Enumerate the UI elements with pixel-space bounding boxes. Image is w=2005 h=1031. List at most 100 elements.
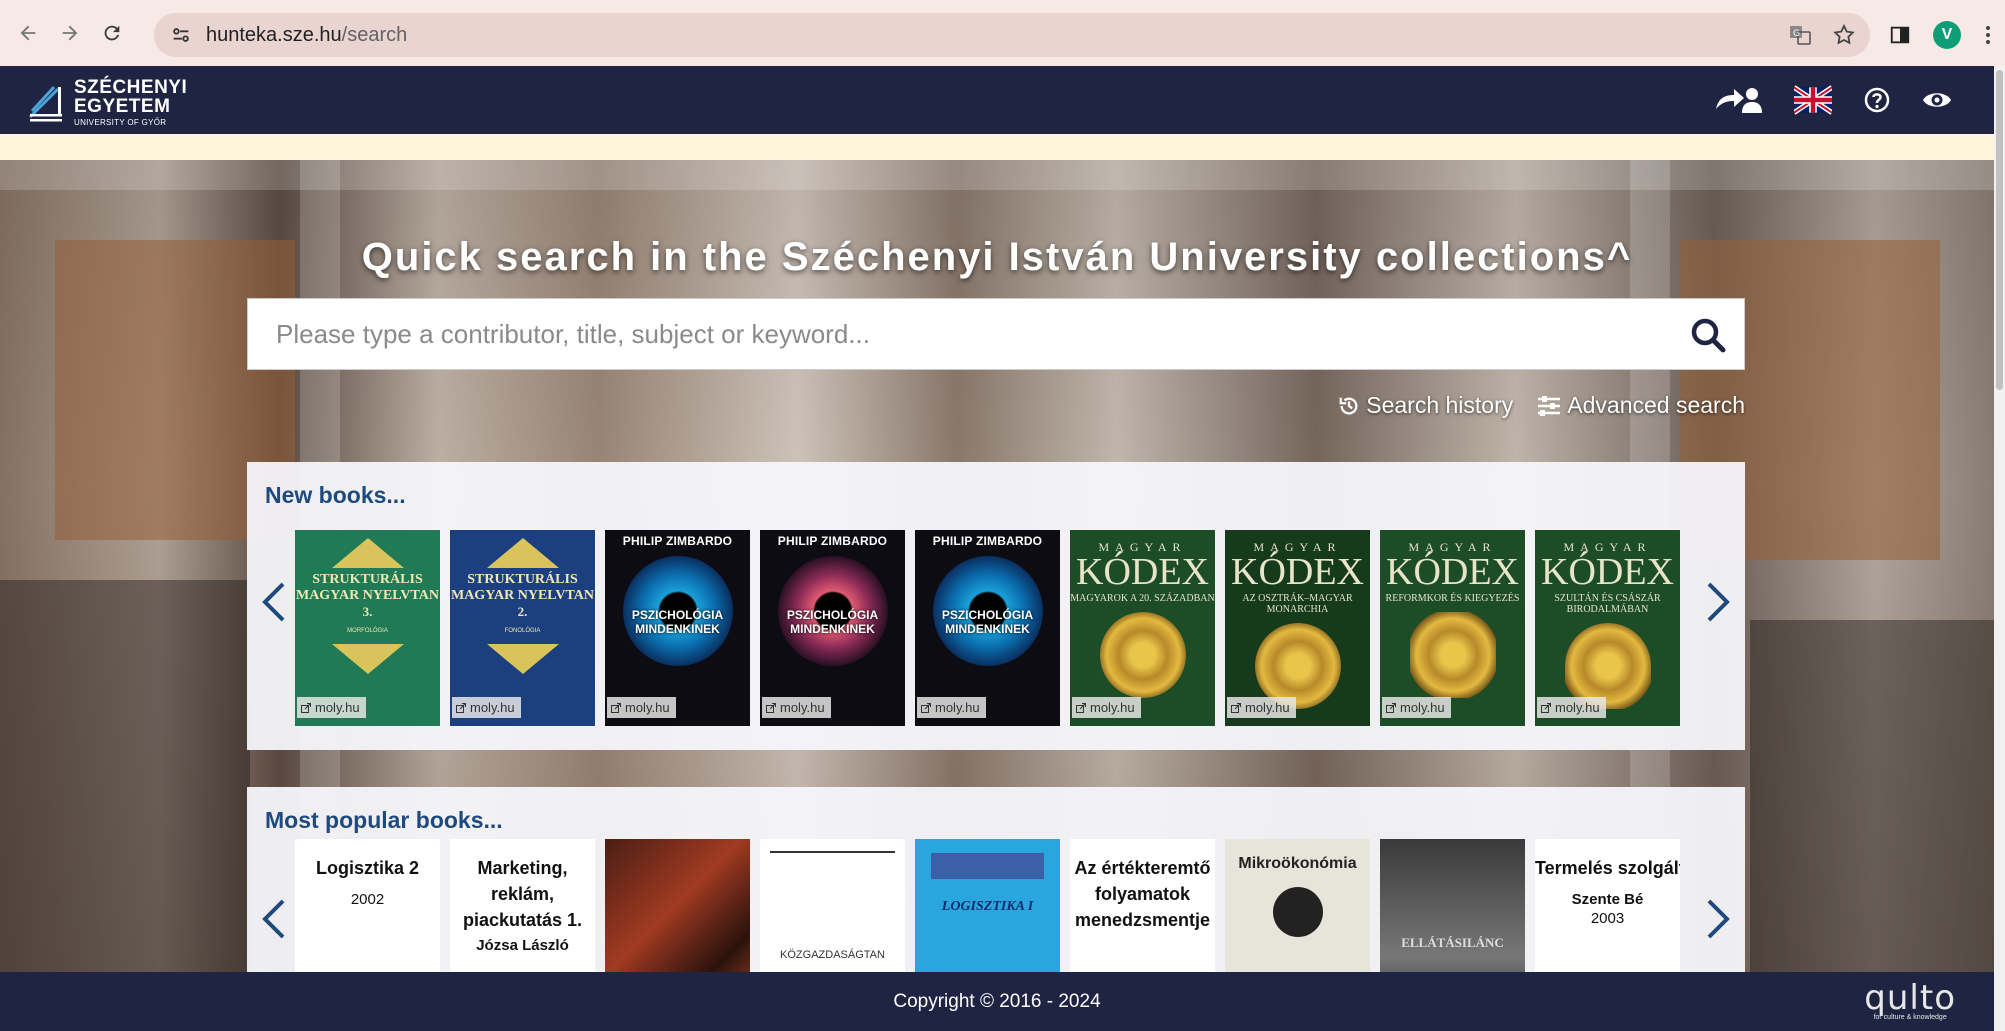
book-cover[interactable]: STRUKTURÁLIS MAGYAR NYELVTAN 2. FONOLÓGI… [450, 530, 595, 726]
book-cover[interactable]: Logisztika 2 2002 [295, 839, 440, 972]
search-input[interactable] [276, 318, 1656, 350]
site-footer: Copyright © 2016 - 2024 qulto for cultur… [0, 972, 1994, 1031]
cover-rule [770, 851, 895, 853]
partner-logo-text: qulto [1864, 978, 1956, 1018]
accessibility-eye-icon[interactable] [1922, 89, 1952, 111]
svg-text:G: G [1793, 29, 1800, 39]
address-bar[interactable]: hunteka.sze.hu/search G [154, 13, 1870, 57]
book-subtitle: SZULTÁN ÉS CSÁSZÁR BIRODALMÁBAN [1554, 593, 1661, 615]
source-label: moly.hu [780, 700, 825, 715]
source-label: moly.hu [1555, 700, 1600, 715]
lobby-shadow [1750, 620, 1994, 972]
source-badge[interactable]: moly.hu [1227, 697, 1296, 718]
book-title: STRUKTURÁLIS MAGYAR NYELVTAN [450, 572, 594, 603]
university-logo[interactable]: SZÉCHENYI EGYETEM UNIVERSITY OF GYŐR [28, 78, 187, 127]
book-cover[interactable]: MAGYAR KÓDEX REFORMKOR ÉS KIEGYEZÉS moly.… [1380, 530, 1525, 726]
scrollbar-thumb[interactable] [1996, 70, 2003, 390]
external-link-icon [921, 702, 931, 713]
source-label: moly.hu [1090, 700, 1135, 715]
source-label: moly.hu [470, 700, 515, 715]
site-header: SZÉCHENYI EGYETEM UNIVERSITY OF GYŐR [0, 66, 1994, 134]
book-title: PSZICHOLÓGIA MINDENKINEK [631, 608, 724, 636]
external-link-icon [611, 702, 621, 713]
book-cover[interactable]: MAGYAR KÓDEX SZULTÁN ÉS CSÁSZÁR BIRODALMÁ… [1535, 530, 1680, 726]
source-badge[interactable]: moly.hu [1072, 697, 1141, 718]
external-link-icon [1386, 702, 1396, 713]
book-cover[interactable]: Termelés szolgáltatásmen Szente Bé 2003 [1535, 839, 1680, 972]
book-cover[interactable]: Az értékteremtő folyamatok menedzsmentje [1070, 839, 1215, 972]
external-link-icon [456, 702, 466, 713]
reload-icon[interactable] [98, 19, 126, 47]
book-author: Szente Bé [1571, 891, 1644, 908]
translate-icon[interactable]: G [1788, 23, 1812, 47]
book-title: Az értékteremtő folyamatok menedzsmentje [1074, 858, 1211, 930]
search-history-link[interactable]: Search history [1338, 392, 1513, 419]
carousel-prev-icon[interactable] [259, 580, 289, 624]
book-cover[interactable]: MAGYAR KÓDEX MAGYAROK A 20. SZÁZADBAN mol… [1070, 530, 1215, 726]
menu-kebab-icon[interactable] [1983, 23, 1993, 47]
source-badge[interactable]: moly.hu [1537, 697, 1606, 718]
source-badge[interactable]: moly.hu [762, 697, 831, 718]
cover-medal-illustration [1099, 612, 1186, 698]
book-author: Józsa László [476, 937, 569, 954]
english-flag-icon[interactable] [1794, 85, 1832, 115]
search-icon[interactable] [1690, 317, 1726, 353]
side-panel-icon[interactable] [1889, 24, 1911, 46]
book-cover[interactable]: PHILIP ZIMBARDO PSZICHOLÓGIA MINDENKINEK… [915, 530, 1060, 726]
book-title: LOGISZTIKA I [941, 899, 1034, 914]
partner-tagline: for culture & knowledge [1873, 1014, 1947, 1021]
book-title: KÓDEX [1541, 551, 1674, 593]
advanced-search-link[interactable]: Advanced search [1537, 392, 1745, 419]
book-cover[interactable]: MAGYAR KÓDEX AZ OSZTRÁK–MAGYAR MONARCHIA … [1225, 530, 1370, 726]
book-cover[interactable]: STRUKTURÁLIS MAGYAR NYELVTAN 3. MORFOLÓG… [295, 530, 440, 726]
book-cover[interactable]: LOGISZTIKA I [915, 839, 1060, 972]
popular-books-panel: Most popular books... Logisztika 2 2002 … [247, 787, 1745, 972]
carousel-next-icon[interactable] [1703, 897, 1733, 941]
logo-line-2: EGYETEM [74, 96, 171, 117]
book-cover[interactable]: PHILIP ZIMBARDO PSZICHOLÓGIA MINDENKINEK… [605, 530, 750, 726]
book-subtitle: MAGYAROK A 20. SZÁZADBAN [1070, 593, 1215, 604]
book-cover[interactable]: Marketing, reklám, piackutatás 1. Józsa … [450, 839, 595, 972]
book-subtitle: AZ OSZTRÁK–MAGYAR MONARCHIA [1242, 593, 1353, 615]
book-title: KÓDEX [1076, 551, 1209, 593]
book-author: PHILIP ZIMBARDO [932, 534, 1043, 548]
source-label: moly.hu [1400, 700, 1445, 715]
source-label: moly.hu [935, 700, 980, 715]
source-badge[interactable]: moly.hu [297, 697, 366, 718]
source-label: moly.hu [1245, 700, 1290, 715]
book-title: KÓDEX [1231, 551, 1364, 593]
site-settings-icon[interactable] [170, 24, 192, 46]
source-badge[interactable]: moly.hu [1382, 697, 1451, 718]
book-cover[interactable]: KÖZGAZDASÁGTAN [760, 839, 905, 972]
back-icon[interactable] [14, 19, 42, 47]
book-title: PSZICHOLÓGIA MINDENKINEK [941, 608, 1034, 636]
source-badge[interactable]: moly.hu [917, 697, 986, 718]
cover-ornament [331, 538, 404, 568]
browser-toolbar: hunteka.sze.hu/search G V [0, 0, 2005, 66]
cover-ornament [486, 644, 559, 674]
book-title: PSZICHOLÓGIA MINDENKINEK [786, 608, 879, 636]
bookmark-star-icon[interactable] [1832, 23, 1856, 47]
qulto-logo[interactable]: qulto for culture & knowledge [1864, 978, 1956, 1021]
book-year: 2002 [350, 891, 385, 908]
source-badge[interactable]: moly.hu [452, 697, 521, 718]
page-scrollbar[interactable] [1994, 66, 2005, 1031]
source-badge[interactable]: moly.hu [607, 697, 676, 718]
book-cover[interactable]: Mikroökonómia [1225, 839, 1370, 972]
book-title: KÓDEX [1386, 551, 1519, 593]
book-cover[interactable]: ELLÁTÁSILÁNC [1380, 839, 1525, 972]
cover-ornament [486, 538, 559, 568]
book-volume: 3. [362, 604, 373, 619]
lobby-shadow [0, 580, 250, 972]
url-text[interactable]: hunteka.sze.hu/search [206, 24, 407, 47]
carousel-next-icon[interactable] [1703, 580, 1733, 624]
book-cover[interactable]: PHILIP ZIMBARDO PSZICHOLÓGIA MINDENKINEK… [760, 530, 905, 726]
login-share-icon[interactable] [1714, 85, 1762, 115]
profile-avatar[interactable]: V [1933, 21, 1961, 49]
copyright-text: Copyright © 2016 - 2024 [893, 991, 1101, 1012]
forward-icon[interactable] [56, 19, 84, 47]
help-icon[interactable] [1864, 87, 1890, 113]
book-year: 2003 [1590, 910, 1625, 927]
book-cover[interactable] [605, 839, 750, 972]
carousel-prev-icon[interactable] [259, 897, 289, 941]
